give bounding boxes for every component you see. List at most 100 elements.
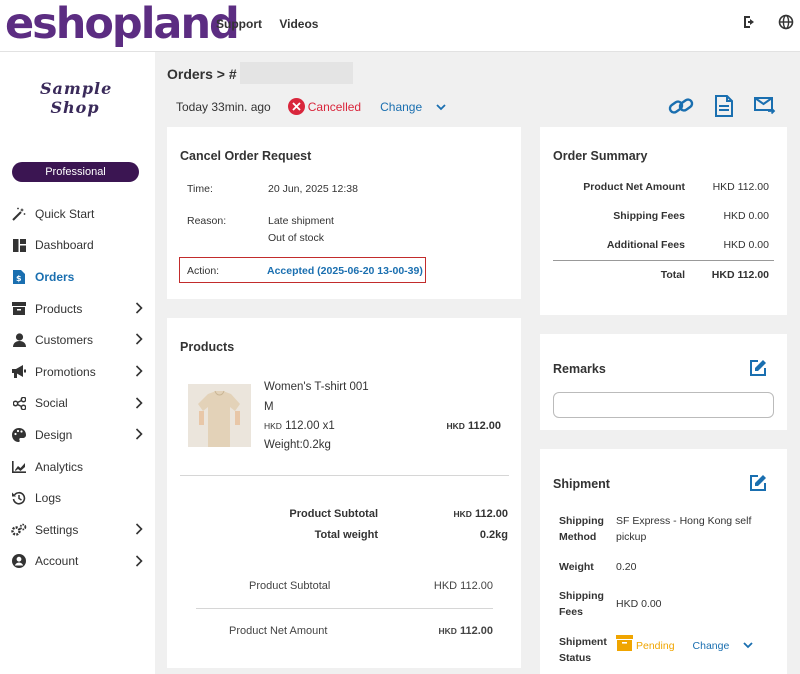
order-icon: $	[11, 269, 27, 285]
chevron-down-icon[interactable]	[743, 638, 753, 654]
summary-additional-value: HKD 0.00	[723, 239, 769, 251]
shipment-status-label: Shipment Status	[559, 636, 607, 664]
chevron-right-icon	[135, 523, 143, 535]
pending-box-icon	[616, 635, 633, 656]
sidebar-nav: Quick Start Dashboard $ Orders Products …	[0, 198, 155, 577]
chart-icon	[11, 459, 27, 475]
shipment-title: Shipment	[553, 477, 610, 491]
order-summary-card: Order Summary Product Net Amount HKD 112…	[540, 127, 787, 315]
action-highlight: Action: Accepted (2025-06-20 13-00-39)	[179, 257, 426, 283]
reason-line-1: Late shipment	[268, 215, 334, 227]
brand-logo[interactable]: eshopland	[5, 0, 240, 48]
change-shipment-status-button[interactable]: Change	[693, 638, 730, 654]
top-nav: Support Videos	[216, 17, 332, 31]
gears-icon	[11, 522, 27, 538]
change-status-button[interactable]: Change	[380, 100, 422, 114]
chevron-right-icon	[135, 302, 143, 314]
invoice-icon[interactable]	[715, 95, 733, 122]
product-subtotal-label: Product Subtotal	[289, 508, 378, 520]
divider	[553, 260, 774, 261]
nav-support-link[interactable]: Support	[216, 17, 262, 31]
summary-total-label: Total	[660, 269, 685, 281]
time-value: 20 Jun, 2025 12:38	[268, 183, 358, 195]
share-icon	[11, 395, 27, 411]
globe-icon[interactable]	[778, 14, 794, 30]
product-name[interactable]: Women's T-shirt 001	[264, 381, 369, 393]
email-icon[interactable]	[754, 95, 776, 122]
shipment-status-badge: Pending	[636, 639, 675, 652]
status-badge: Cancelled	[307, 99, 362, 114]
magic-wand-icon	[11, 206, 27, 222]
order-time: Today 33min. ago	[176, 99, 271, 114]
product-subtotal2-label: Product Subtotal	[249, 580, 331, 592]
order-summary-title: Order Summary	[553, 149, 648, 163]
net-amount-value: HKD 112.00	[438, 625, 493, 637]
time-label: Time:	[187, 183, 213, 195]
remarks-card: Remarks	[540, 334, 787, 430]
shipment-status-value: Pending Change	[616, 635, 776, 656]
summary-shipping-label: Shipping Fees	[613, 210, 685, 222]
shipment-card: Shipment Shipping Method SF Express - Ho…	[540, 449, 787, 674]
shipping-method-label: Shipping Method	[559, 515, 604, 543]
sidebar: Sample Shop Professional Quick Start Das…	[0, 52, 155, 674]
breadcrumb-text[interactable]: Orders > #	[167, 66, 237, 82]
sidebar-item-dashboard[interactable]: Dashboard	[0, 230, 155, 262]
weight-value: 0.20	[616, 561, 637, 573]
link-icon[interactable]	[668, 95, 694, 122]
order-number-redacted	[239, 62, 353, 85]
shipping-fees-value: HKD 0.00	[616, 598, 662, 610]
shipping-fees-label: Shipping Fees	[559, 590, 604, 618]
product-thumbnail[interactable]	[188, 384, 251, 447]
logout-icon[interactable]	[742, 14, 758, 30]
sidebar-item-quick-start[interactable]: Quick Start	[0, 198, 155, 230]
user-icon	[11, 332, 27, 348]
shop-logo: Sample Shop	[40, 79, 113, 117]
chevron-right-icon	[135, 365, 143, 377]
action-label: Action:	[187, 265, 220, 277]
order-actions	[668, 95, 776, 122]
cancel-icon	[287, 98, 305, 115]
account-icon	[11, 553, 27, 569]
box-icon	[11, 301, 27, 317]
divider	[180, 475, 509, 476]
total-weight-value: 0.2kg	[479, 529, 508, 541]
product-variant: M	[264, 401, 274, 413]
breadcrumb: Orders > #	[167, 62, 353, 85]
chevron-right-icon	[135, 428, 143, 440]
sidebar-item-orders[interactable]: $ Orders	[0, 261, 155, 293]
edit-shipment-icon[interactable]	[749, 474, 767, 497]
summary-net-value: HKD 112.00	[712, 181, 769, 193]
products-card: Products Women's T-shirt 001 M HKD 112.0…	[167, 318, 521, 668]
action-value: Accepted (2025-06-20 13-00-39)	[267, 265, 423, 277]
net-amount-label: Product Net Amount	[229, 625, 328, 637]
sidebar-item-analytics[interactable]: Analytics	[0, 451, 155, 483]
summary-total-value: HKD 112.00	[711, 269, 769, 281]
edit-remarks-icon[interactable]	[749, 359, 767, 382]
summary-shipping-value: HKD 0.00	[723, 210, 769, 222]
sidebar-item-design[interactable]: Design	[0, 419, 155, 451]
summary-additional-label: Additional Fees	[606, 239, 685, 251]
product-subtotal2-value: HKD 112.00	[433, 580, 493, 592]
divider	[196, 608, 493, 609]
sidebar-item-logs[interactable]: Logs	[0, 482, 155, 514]
cancel-request-title: Cancel Order Request	[180, 149, 312, 163]
chevron-right-icon	[135, 396, 143, 409]
reason-label: Reason:	[187, 215, 227, 227]
sidebar-item-products[interactable]: Products	[0, 293, 155, 325]
summary-net-label: Product Net Amount	[583, 181, 685, 193]
remarks-input[interactable]	[553, 392, 774, 418]
sidebar-item-promotions[interactable]: Promotions	[0, 356, 155, 388]
sidebar-item-settings[interactable]: Settings	[0, 514, 155, 546]
shipping-method-value: SF Express - Hong Kong self pickup	[616, 515, 752, 543]
product-line-total: HKD 112.00	[446, 420, 501, 432]
megaphone-icon	[11, 364, 27, 380]
sidebar-item-customers[interactable]: Customers	[0, 324, 155, 356]
product-weight: Weight:0.2kg	[264, 439, 331, 451]
chevron-right-icon	[135, 554, 143, 567]
sidebar-item-social[interactable]: Social	[0, 388, 155, 420]
top-icons	[742, 14, 794, 30]
nav-videos-link[interactable]: Videos	[279, 17, 318, 31]
remarks-title: Remarks	[553, 362, 606, 376]
chevron-down-icon[interactable]	[436, 100, 446, 114]
sidebar-item-account[interactable]: Account	[0, 546, 155, 578]
